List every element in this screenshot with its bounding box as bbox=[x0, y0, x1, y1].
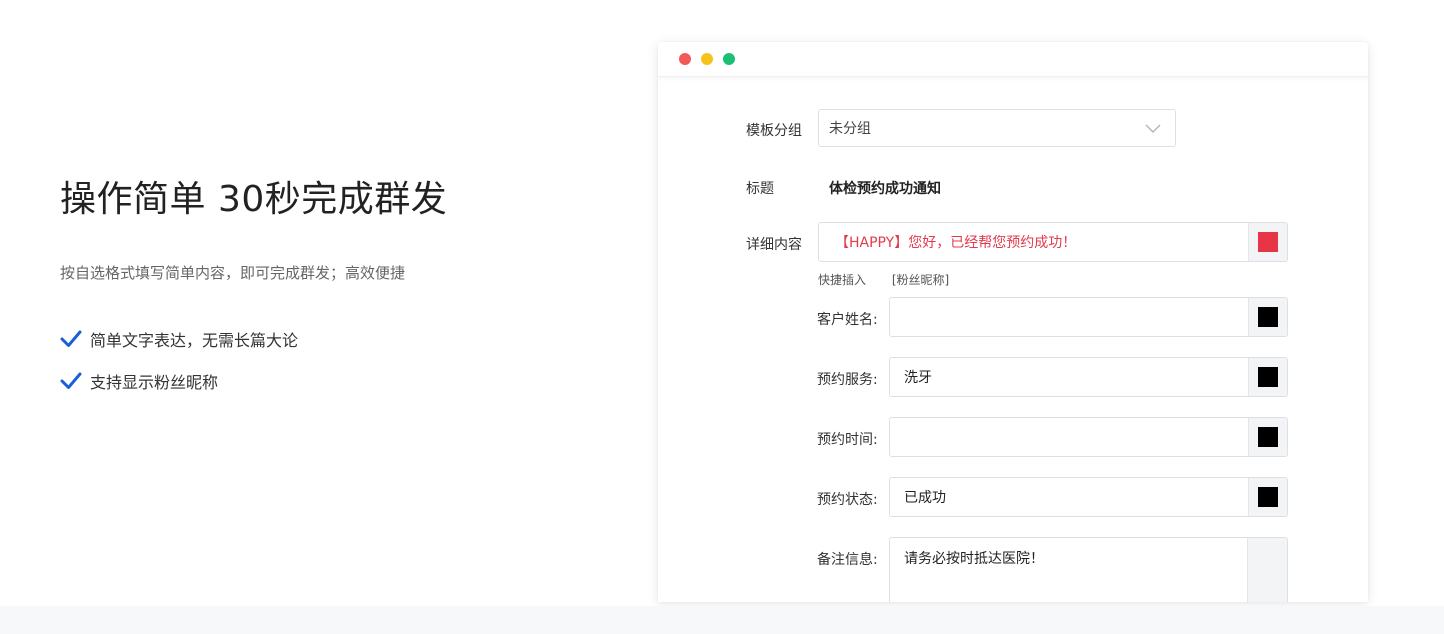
chevron-down-icon bbox=[1145, 124, 1161, 133]
quick-insert-label: 快捷插入 bbox=[818, 273, 867, 287]
field-label: 预约时间: bbox=[817, 432, 878, 448]
close-window-dot[interactable] bbox=[679, 53, 691, 65]
minimize-window-dot[interactable] bbox=[701, 53, 713, 65]
feature-list: 简单文字表达，无需长篇大论 支持显示粉丝昵称 bbox=[60, 326, 298, 410]
appointment-time-input[interactable] bbox=[889, 417, 1288, 457]
maximize-window-dot[interactable] bbox=[723, 53, 735, 65]
color-picker[interactable] bbox=[1248, 418, 1287, 456]
field-label: 客户姓名: bbox=[817, 312, 878, 328]
window-titlebar bbox=[658, 42, 1368, 77]
feature-item: 支持显示粉丝昵称 bbox=[60, 368, 298, 394]
detail-content-input[interactable]: 【HAPPY】您好，已经帮您预约成功！ bbox=[818, 222, 1288, 262]
remark-label: 备注信息: bbox=[817, 552, 878, 568]
quick-insert-nickname-tag[interactable]: [粉丝昵称] bbox=[892, 273, 949, 287]
checkmark-icon bbox=[60, 330, 82, 347]
template-group-select[interactable]: 未分组 bbox=[818, 109, 1176, 147]
feature-item: 简单文字表达，无需长篇大论 bbox=[60, 326, 298, 352]
color-picker[interactable] bbox=[1248, 298, 1287, 336]
color-picker[interactable] bbox=[1248, 358, 1287, 396]
field-value: 已成功 bbox=[904, 490, 946, 506]
title-value: 体检预约成功通知 bbox=[829, 181, 941, 197]
appointment-status-input[interactable]: 已成功 bbox=[889, 477, 1288, 517]
quick-insert-row: 快捷插入 [粉丝昵称] bbox=[818, 271, 949, 288]
remark-textarea[interactable]: 请务必按时抵达医院！ bbox=[889, 537, 1288, 602]
color-picker[interactable] bbox=[1247, 538, 1287, 602]
color-picker[interactable] bbox=[1248, 478, 1287, 516]
template-group-label: 模板分组 bbox=[746, 123, 802, 139]
template-group-value: 未分组 bbox=[829, 121, 871, 137]
color-swatch bbox=[1258, 367, 1278, 387]
color-swatch bbox=[1258, 487, 1278, 507]
service-input[interactable]: 洗牙 bbox=[889, 357, 1288, 397]
field-label: 预约状态: bbox=[817, 492, 878, 508]
field-label: 预约服务: bbox=[817, 372, 878, 388]
color-picker[interactable] bbox=[1248, 223, 1287, 261]
detail-content-value: 【HAPPY】您好，已经帮您预约成功！ bbox=[835, 235, 1077, 251]
hero-title: 操作简单 30秒完成群发 bbox=[60, 179, 448, 220]
feature-text: 支持显示粉丝昵称 bbox=[90, 373, 219, 392]
color-swatch bbox=[1258, 427, 1278, 447]
color-swatch bbox=[1258, 307, 1278, 327]
app-window: 模板分组 未分组 标题 体检预约成功通知 详细内容 【HAPPY】您好，已经帮您… bbox=[658, 42, 1368, 602]
hero-subtitle: 按自选格式填写简单内容，即可完成群发；高效便捷 bbox=[60, 264, 406, 282]
field-value: 洗牙 bbox=[904, 370, 932, 386]
customer-name-input[interactable] bbox=[889, 297, 1288, 337]
feature-text: 简单文字表达，无需长篇大论 bbox=[90, 331, 299, 350]
bottom-band bbox=[0, 606, 1444, 634]
color-swatch bbox=[1258, 232, 1278, 252]
remark-value: 请务必按时抵达医院！ bbox=[904, 551, 1044, 567]
title-label: 标题 bbox=[746, 181, 774, 197]
checkmark-icon bbox=[60, 372, 82, 389]
detail-label: 详细内容 bbox=[746, 237, 802, 253]
